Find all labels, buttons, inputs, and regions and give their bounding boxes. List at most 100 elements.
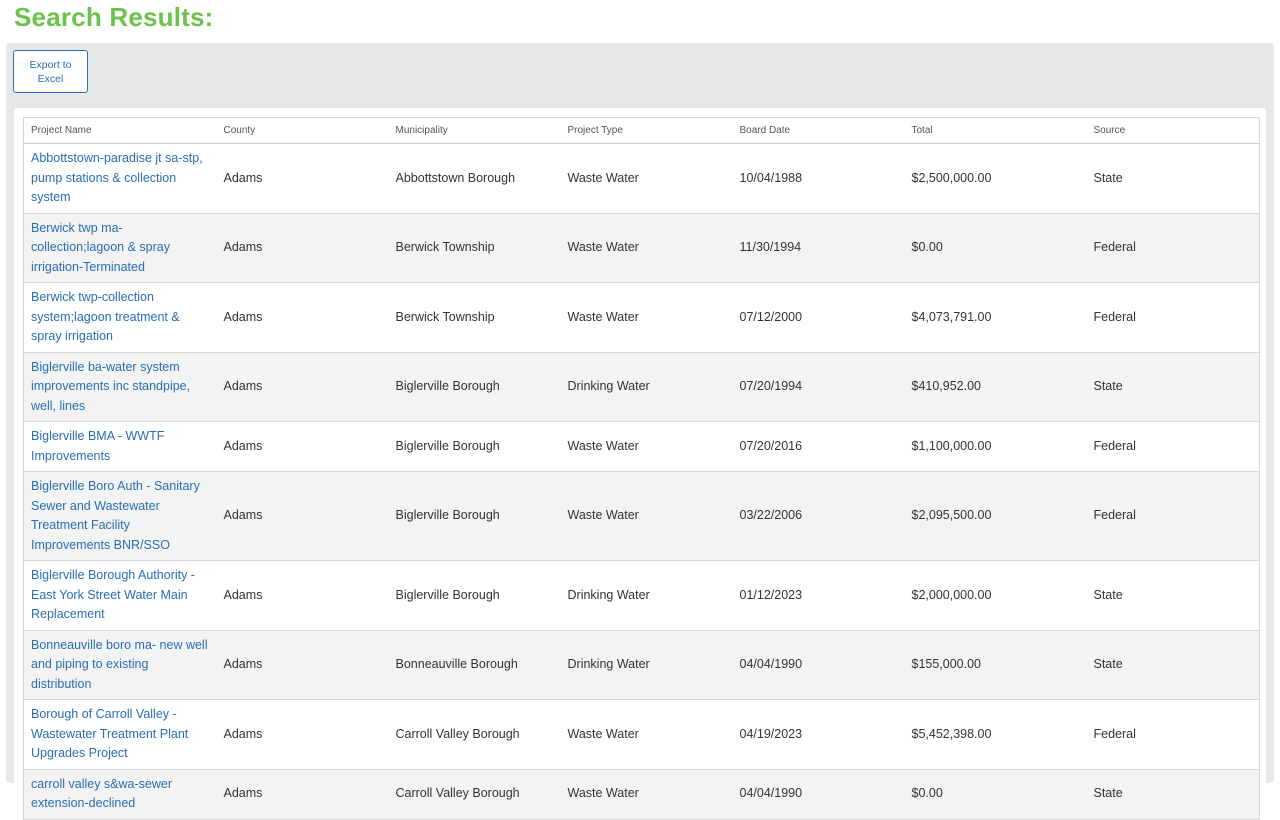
project-name-cell: Berwick twp-collection system;lagoon tre…	[23, 282, 217, 353]
board-date-cell: 04/04/1990	[732, 769, 905, 820]
source-cell: State	[1086, 560, 1260, 631]
project-name-link[interactable]: Biglerville ba-water system improvements…	[31, 358, 217, 417]
project-type-cell: Waste Water	[560, 699, 733, 770]
board-date-cell: 04/19/2023	[732, 699, 905, 770]
project-name-link[interactable]: Bonneauville boro ma- new well and pipin…	[31, 636, 217, 695]
project-name-link[interactable]: Biglerville Boro Auth - Sanitary Sewer a…	[31, 477, 217, 555]
project-type-cell: Waste Water	[560, 769, 733, 820]
results-card: Project Name County Municipality Project…	[14, 108, 1266, 820]
project-name-link[interactable]: Biglerville Borough Authority - East Yor…	[31, 566, 217, 625]
project-type-cell: Waste Water	[560, 282, 733, 353]
county-cell: Adams	[216, 282, 389, 353]
table-row: Biglerville BMA - WWTF Improvements Adams…	[23, 421, 1260, 472]
column-header-project-type[interactable]: Project Type	[560, 117, 733, 144]
column-header-project-name[interactable]: Project Name	[23, 117, 217, 144]
board-date-cell: 07/20/1994	[732, 352, 905, 422]
board-date-cell: 04/04/1990	[732, 630, 905, 700]
project-type-cell: Waste Water	[560, 213, 733, 283]
board-date-cell: 01/12/2023	[732, 560, 905, 631]
table-row: Berwick twp ma-collection;lagoon & spray…	[23, 213, 1260, 283]
table-header-row: Project Name County Municipality Project…	[23, 117, 1260, 144]
column-header-source[interactable]: Source	[1086, 117, 1260, 144]
municipality-cell: Biglerville Borough	[388, 471, 561, 561]
source-cell: State	[1086, 352, 1260, 422]
total-cell: $2,000,000.00	[904, 560, 1087, 631]
municipality-cell: Biglerville Borough	[388, 421, 561, 472]
source-cell: Federal	[1086, 699, 1260, 770]
county-cell: Adams	[216, 630, 389, 700]
results-table: Project Name County Municipality Project…	[23, 117, 1260, 820]
results-table-body: Abbottstown-paradise jt sa-stp, pump sta…	[23, 143, 1260, 820]
board-date-cell: 07/20/2016	[732, 421, 905, 472]
table-row: Bonneauville boro ma- new well and pipin…	[23, 630, 1260, 700]
county-cell: Adams	[216, 699, 389, 770]
project-name-cell: Borough of Carroll Valley - Wastewater T…	[23, 699, 217, 770]
table-row: Biglerville Borough Authority - East Yor…	[23, 560, 1260, 631]
municipality-cell: Bonneauville Borough	[388, 630, 561, 700]
project-name-link[interactable]: Berwick twp ma-collection;lagoon & spray…	[31, 219, 217, 278]
total-cell: $0.00	[904, 769, 1087, 820]
project-type-cell: Drinking Water	[560, 352, 733, 422]
column-header-total[interactable]: Total	[904, 117, 1087, 144]
municipality-cell: Carroll Valley Borough	[388, 769, 561, 820]
county-cell: Adams	[216, 769, 389, 820]
project-name-link[interactable]: carroll valley s&wa-sewer extension-decl…	[31, 775, 217, 814]
municipality-cell: Carroll Valley Borough	[388, 699, 561, 770]
project-type-cell: Waste Water	[560, 421, 733, 472]
board-date-cell: 10/04/1988	[732, 143, 905, 214]
project-name-cell: Biglerville Borough Authority - East Yor…	[23, 560, 217, 631]
column-header-county[interactable]: County	[216, 117, 389, 144]
project-name-link[interactable]: Berwick twp-collection system;lagoon tre…	[31, 288, 217, 347]
page-title: Search Results:	[14, 2, 214, 32]
column-header-board-date[interactable]: Board Date	[732, 117, 905, 144]
source-cell: State	[1086, 630, 1260, 700]
total-cell: $155,000.00	[904, 630, 1087, 700]
county-cell: Adams	[216, 143, 389, 214]
project-name-cell: Biglerville ba-water system improvements…	[23, 352, 217, 422]
municipality-cell: Biglerville Borough	[388, 352, 561, 422]
county-cell: Adams	[216, 213, 389, 283]
export-to-excel-button[interactable]: Export to Excel	[13, 50, 88, 93]
project-name-cell: carroll valley s&wa-sewer extension-decl…	[23, 769, 217, 820]
county-cell: Adams	[216, 471, 389, 561]
total-cell: $1,100,000.00	[904, 421, 1087, 472]
source-cell: State	[1086, 143, 1260, 214]
table-row: Abbottstown-paradise jt sa-stp, pump sta…	[23, 143, 1260, 214]
table-row: Borough of Carroll Valley - Wastewater T…	[23, 699, 1260, 770]
table-row: Biglerville ba-water system improvements…	[23, 352, 1260, 422]
project-name-cell: Abbottstown-paradise jt sa-stp, pump sta…	[23, 143, 217, 214]
total-cell: $2,500,000.00	[904, 143, 1087, 214]
project-name-cell: Bonneauville boro ma- new well and pipin…	[23, 630, 217, 700]
source-cell: Federal	[1086, 282, 1260, 353]
project-type-cell: Waste Water	[560, 143, 733, 214]
total-cell: $5,452,398.00	[904, 699, 1087, 770]
source-cell: State	[1086, 769, 1260, 820]
source-cell: Federal	[1086, 213, 1260, 283]
total-cell: $4,073,791.00	[904, 282, 1087, 353]
project-type-cell: Waste Water	[560, 471, 733, 561]
results-panel: Export to Excel Project Name County Muni…	[6, 43, 1274, 820]
municipality-cell: Biglerville Borough	[388, 560, 561, 631]
column-header-municipality[interactable]: Municipality	[388, 117, 561, 144]
board-date-cell: 03/22/2006	[732, 471, 905, 561]
project-name-cell: Biglerville Boro Auth - Sanitary Sewer a…	[23, 471, 217, 561]
project-name-link[interactable]: Abbottstown-paradise jt sa-stp, pump sta…	[31, 149, 217, 208]
project-type-cell: Drinking Water	[560, 630, 733, 700]
project-type-cell: Drinking Water	[560, 560, 733, 631]
county-cell: Adams	[216, 421, 389, 472]
source-cell: Federal	[1086, 471, 1260, 561]
total-cell: $0.00	[904, 213, 1087, 283]
project-name-link[interactable]: Borough of Carroll Valley - Wastewater T…	[31, 705, 217, 764]
project-name-cell: Berwick twp ma-collection;lagoon & spray…	[23, 213, 217, 283]
county-cell: Adams	[216, 352, 389, 422]
total-cell: $410,952.00	[904, 352, 1087, 422]
county-cell: Adams	[216, 560, 389, 631]
source-cell: Federal	[1086, 421, 1260, 472]
board-date-cell: 11/30/1994	[732, 213, 905, 283]
board-date-cell: 07/12/2000	[732, 282, 905, 353]
table-row: Biglerville Boro Auth - Sanitary Sewer a…	[23, 471, 1260, 561]
project-name-link[interactable]: Biglerville BMA - WWTF Improvements	[31, 427, 217, 466]
municipality-cell: Berwick Township	[388, 282, 561, 353]
table-row: Berwick twp-collection system;lagoon tre…	[23, 282, 1260, 353]
municipality-cell: Berwick Township	[388, 213, 561, 283]
